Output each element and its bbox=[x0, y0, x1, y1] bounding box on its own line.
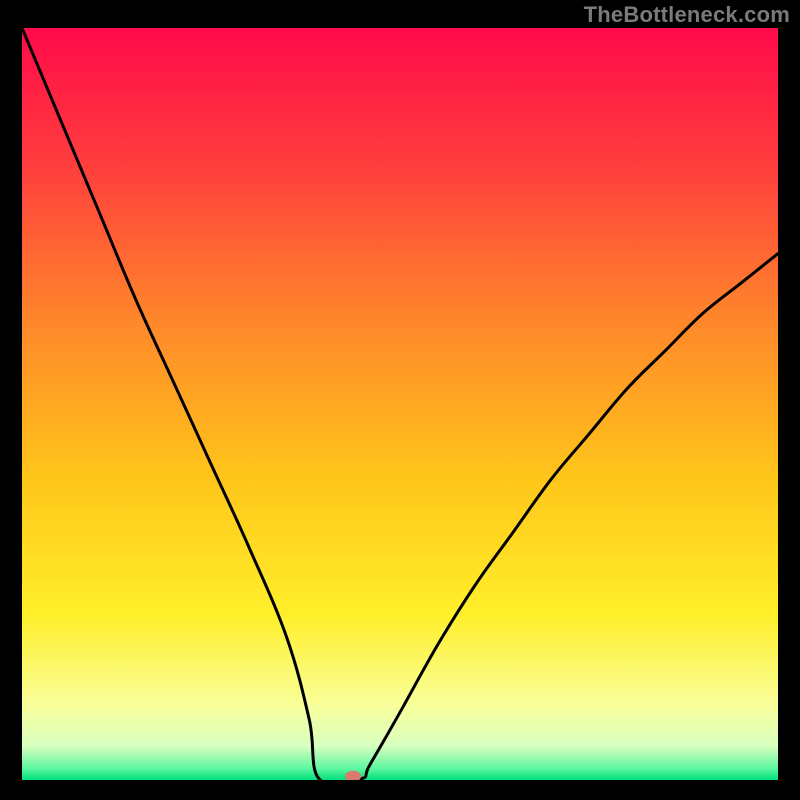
chart-frame: TheBottleneck.com bbox=[0, 0, 800, 800]
watermark-label: TheBottleneck.com bbox=[584, 2, 790, 28]
plot-area bbox=[22, 28, 778, 780]
plot-svg bbox=[22, 28, 778, 780]
gradient-background bbox=[22, 28, 778, 780]
